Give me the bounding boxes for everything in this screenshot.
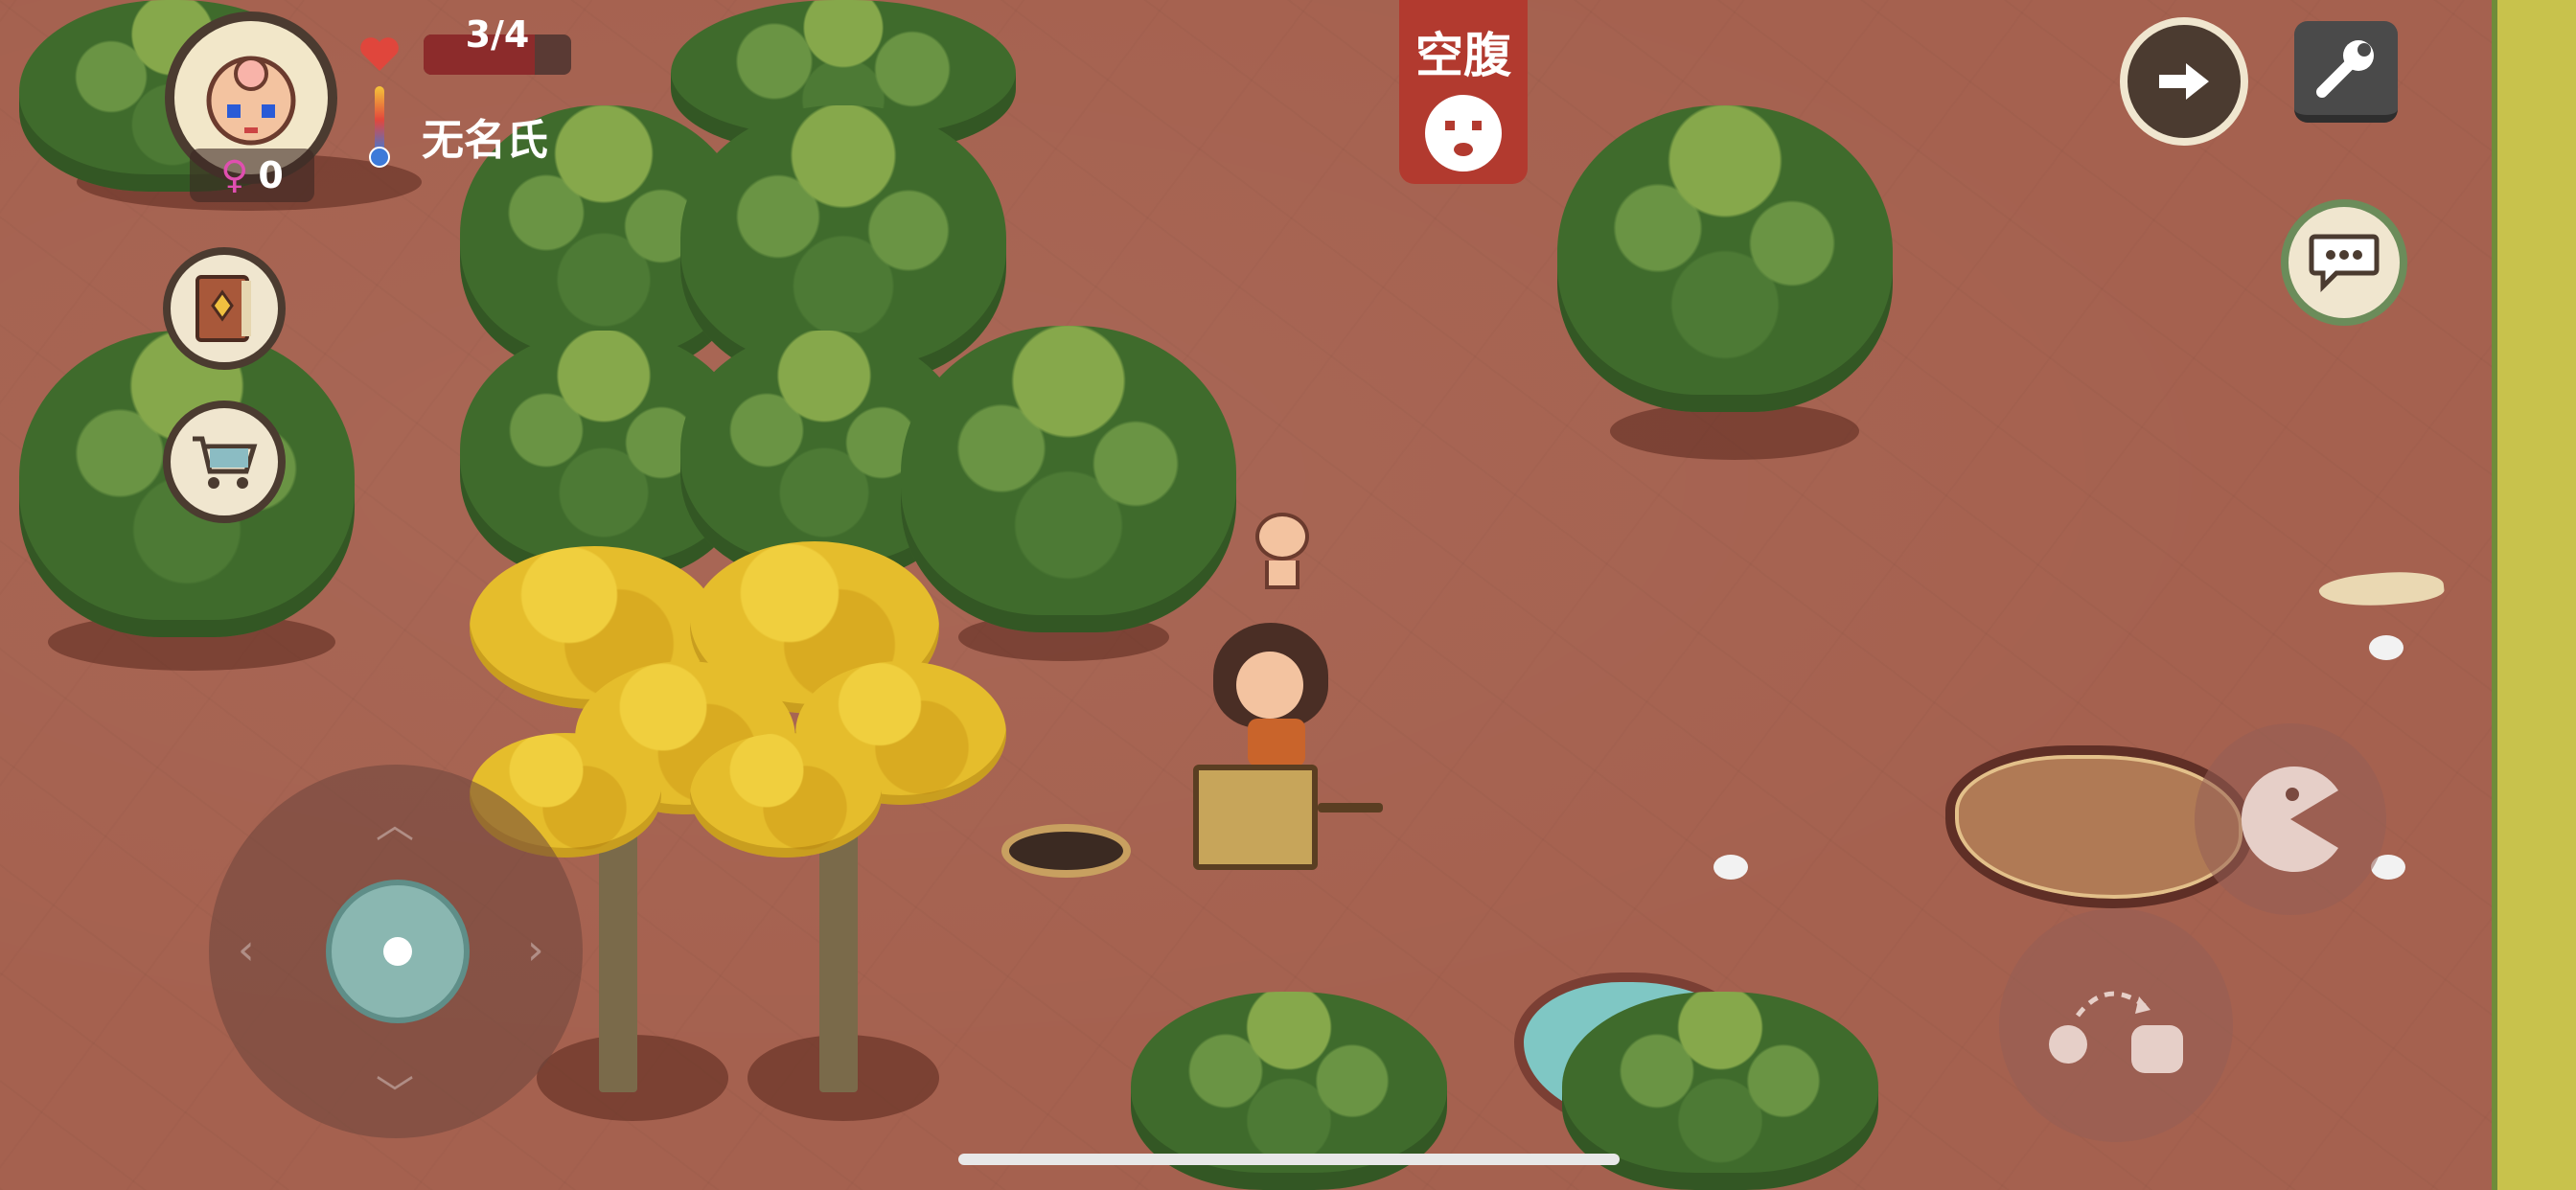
chat-button[interactable] <box>2281 199 2407 326</box>
health-value: 3/4 <box>465 13 530 56</box>
hungry-face-icon <box>1425 95 1502 172</box>
next-button[interactable] <box>2120 17 2248 146</box>
baby-face-icon <box>206 56 296 146</box>
eat-icon <box>2241 767 2338 872</box>
heart-icon <box>358 34 401 73</box>
player-name: 无名氏 <box>422 116 548 165</box>
yellow-tree <box>690 733 882 858</box>
recipe-book-button[interactable] <box>163 247 286 370</box>
hunger-status-label: 空腹 <box>1415 28 1511 83</box>
throw-icon <box>2049 991 2183 1073</box>
gender-badge: ♀ 0 <box>190 149 314 202</box>
stone[interactable] <box>2369 635 2404 660</box>
tree-trunk <box>599 824 637 1092</box>
tree-trunk <box>819 824 858 1092</box>
chevron-down-icon: ﹀ <box>376 1073 414 1117</box>
joystick-center-dot <box>383 937 412 966</box>
chevron-up-icon: ︿ <box>376 803 414 847</box>
shop-button[interactable] <box>163 400 286 523</box>
thermometer-icon <box>369 84 390 169</box>
cart-handle <box>1318 803 1383 812</box>
arrow-right-icon <box>2159 63 2209 100</box>
throw-button[interactable] <box>1999 908 2233 1142</box>
stone[interactable] <box>1714 855 1748 880</box>
shopping-cart-icon <box>193 436 258 489</box>
player-character[interactable] <box>1198 623 1351 776</box>
speech-bubble-icon <box>2309 234 2380 293</box>
home-indicator[interactable] <box>958 1154 1620 1165</box>
tree <box>1557 105 1893 412</box>
wrench-icon <box>2316 40 2374 98</box>
tree <box>901 326 1236 632</box>
baby-character[interactable] <box>1255 513 1309 589</box>
chevron-left-icon: ‹ <box>238 926 255 974</box>
hunger-status-badge: 空腹 <box>1399 0 1528 184</box>
nest[interactable] <box>1001 824 1131 878</box>
recipe-book-icon <box>196 275 251 342</box>
grass-edge <box>2492 0 2576 1190</box>
wooden-cart[interactable] <box>1193 765 1318 870</box>
chevron-right-icon: › <box>527 926 544 974</box>
female-symbol-icon: ♀ <box>220 153 249 197</box>
settings-button[interactable] <box>2294 21 2398 123</box>
eat-button[interactable] <box>2195 723 2386 915</box>
child-count: 0 <box>258 154 284 196</box>
